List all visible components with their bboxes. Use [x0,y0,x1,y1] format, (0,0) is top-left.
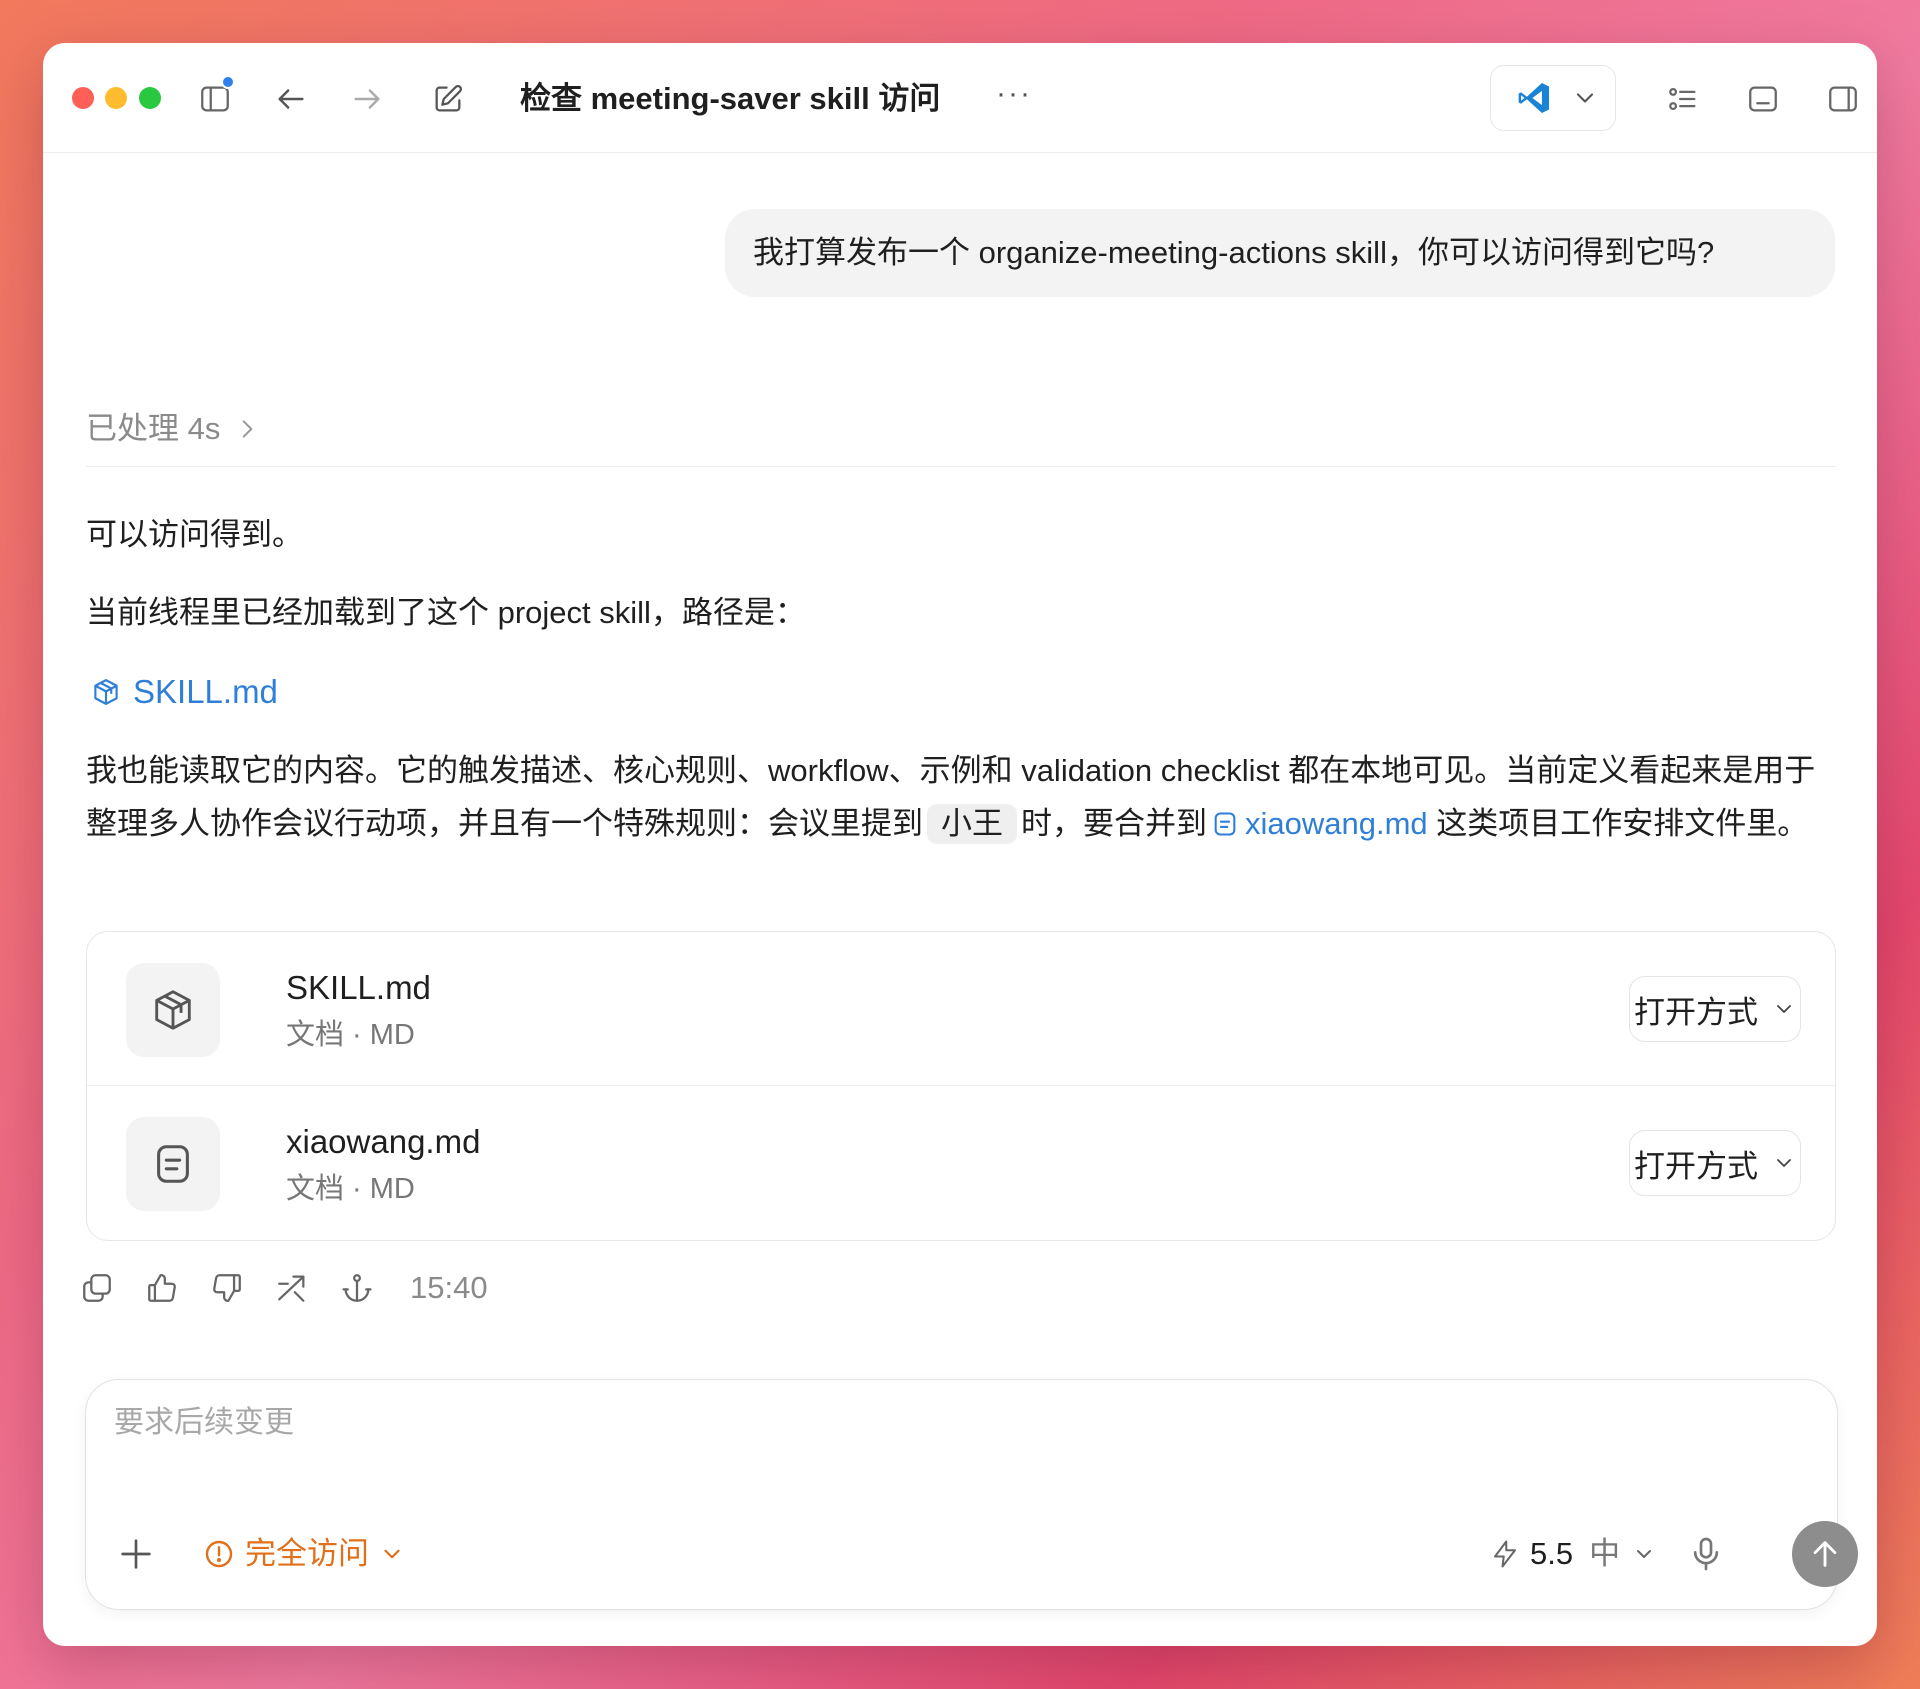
microphone-button[interactable] [1686,1534,1726,1574]
thumbs-down-icon [213,1274,241,1302]
file-row-xiaowang[interactable]: xiaowang.md 文档 · MD 打开方式 [87,1086,1835,1240]
processed-toggle[interactable]: 已处理 4s [86,409,260,449]
reply-paragraph-3: 我也能读取它的内容。它的触发描述、核心规则、workflow、示例和 valid… [86,744,1846,850]
arrow-up-icon [1813,1541,1837,1567]
vscode-icon [1518,82,1550,114]
reply-line-1: 可以访问得到。 [86,517,303,552]
bottom-panel-toggle[interactable] [1743,79,1783,119]
anchor-icon [342,1274,372,1302]
composer-input[interactable] [114,1406,1614,1440]
message-actions: 15:40 [79,1263,488,1313]
name-chip: 小王 [927,804,1017,844]
compose-icon [435,84,463,112]
task-list-button[interactable] [1663,79,1703,119]
back-arrow-icon [278,89,304,109]
processed-label: 已处理 4s [86,411,221,446]
skill-file-link-label: SKILL.md [133,673,278,710]
cube-icon [155,990,191,1030]
model-version: 5.5 [1530,1536,1574,1571]
warning-icon [205,1540,233,1568]
task-list-icon [1669,87,1696,111]
fork-icon [278,1275,305,1302]
open-with-label: 打开方式 [1634,1148,1758,1184]
bottom-panel-icon [1749,86,1777,112]
anchor-button[interactable] [339,1270,375,1306]
skill-file-link[interactable]: SKILL.md [91,665,278,718]
chevron-down-icon [1777,1159,1791,1167]
right-panel-toggle[interactable] [1823,79,1863,119]
document-icon [1214,812,1236,836]
thread-more-button[interactable]: ··· [996,79,1032,109]
open-in-editor-picker[interactable] [1490,65,1616,131]
open-with-button[interactable]: 打开方式 [1629,976,1801,1042]
composer: 完全访问 5.5 中 [85,1379,1858,1610]
file-meta: 文档 · MD [286,1173,415,1205]
add-attachment-button[interactable] [116,1534,156,1574]
notification-dot [221,75,235,89]
thumbs-down-button[interactable] [209,1270,245,1306]
minimize-window-button[interactable] [105,87,127,109]
document-icon [157,1145,189,1183]
title-bar: 检查 meeting-saver skill 访问 ··· [43,43,1877,153]
reply-line-2: 当前线程里已经加载到了这个 project skill，路径是： [86,595,806,630]
copy-icon [83,1274,111,1302]
file-meta: 文档 · MD [286,1019,415,1051]
file-name: xiaowang.md [286,1123,481,1160]
reply-p3-text-2: 时，要合并到 [1021,806,1207,841]
zoom-window-button[interactable] [139,87,161,109]
file-row-skill[interactable]: SKILL.md 文档 · MD 打开方式 [87,932,1835,1086]
forward-arrow-icon [354,89,380,109]
forward-button[interactable] [347,79,387,119]
file-thumbnail [126,1117,220,1211]
cube-icon [94,678,118,705]
chevron-right-icon [243,420,253,438]
chevron-down-icon [1637,1550,1652,1558]
file-attachments: SKILL.md 文档 · MD 打开方式 xiaowang.md 文档 · M… [86,931,1836,1241]
back-button[interactable] [271,79,311,119]
divider [86,466,1836,467]
model-selector[interactable]: 5.5 中 [1490,1534,1656,1574]
lightning-icon [1494,1540,1516,1568]
new-chat-button[interactable] [428,79,468,119]
chevron-down-icon [384,1549,400,1559]
access-mode-label: 完全访问 [245,1536,369,1571]
close-window-button[interactable] [72,87,94,109]
sidebar-toggle-button[interactable] [195,75,235,119]
thread-title: 检查 meeting-saver skill 访问 [520,81,941,116]
reply-p3-text-3: 这类项目工作安排文件里。 [1436,806,1809,841]
app-window: 检查 meeting-saver skill 访问 ··· 我打算发布一个 or… [43,43,1877,1646]
fork-button[interactable] [274,1270,310,1306]
thumbs-up-icon [148,1274,176,1302]
file-thumbnail [126,963,220,1057]
xiaowang-file-link[interactable]: xiaowang.md [1207,806,1428,841]
access-mode-dropdown[interactable]: 完全访问 [203,1534,405,1574]
open-with-button[interactable]: 打开方式 [1629,1130,1801,1196]
right-panel-icon [1829,86,1857,112]
xiaowang-file-link-label: xiaowang.md [1245,806,1428,841]
send-button[interactable] [1792,1521,1858,1587]
chevron-down-icon [1777,1005,1791,1013]
copy-button[interactable] [79,1270,115,1306]
open-with-label: 打开方式 [1634,994,1758,1030]
user-message: 我打算发布一个 organize-meeting-actions skill，你… [725,209,1835,297]
thumbs-up-button[interactable] [144,1270,180,1306]
chevron-down-icon [1576,93,1594,103]
reasoning-level: 中 [1589,1536,1621,1571]
file-name: SKILL.md [286,969,431,1006]
message-timestamp: 15:40 [410,1270,488,1305]
